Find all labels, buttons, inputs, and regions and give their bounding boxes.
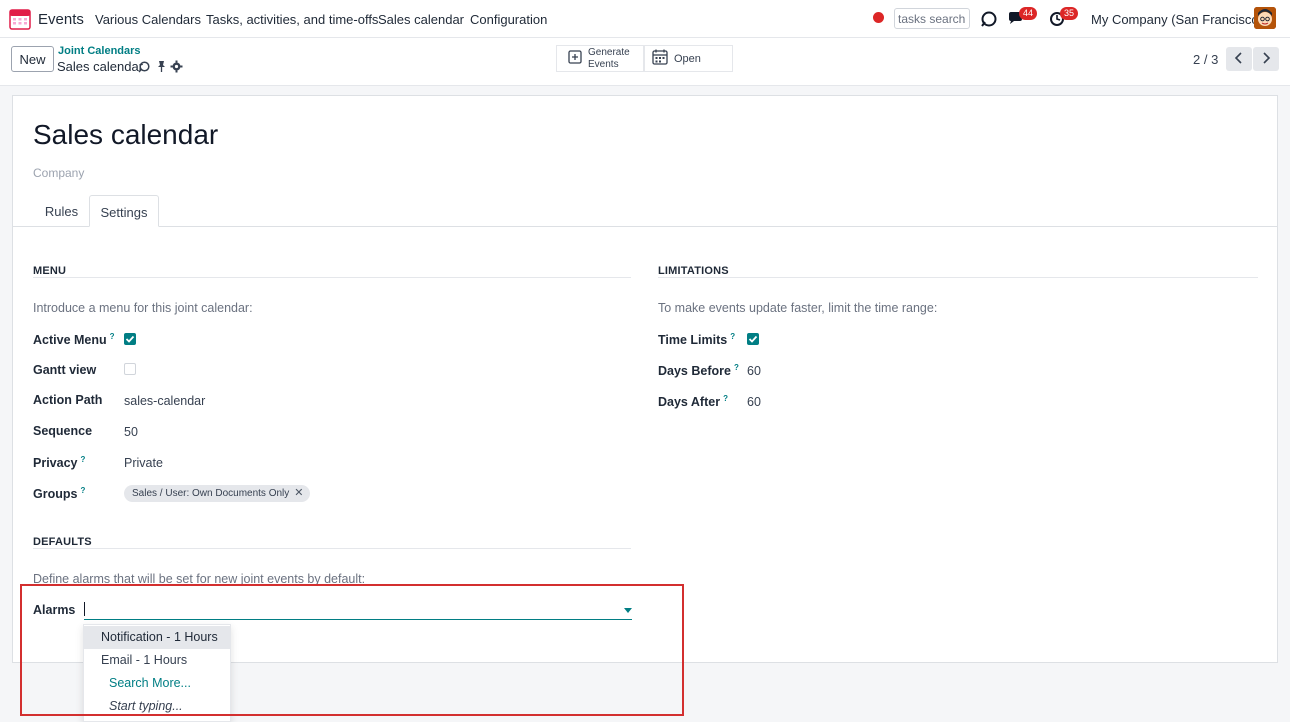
groups-tag[interactable]: Sales / User: Own Documents Only ✕: [124, 485, 310, 502]
control-panel: New Joint Calendars Sales calendar Gener…: [0, 38, 1290, 86]
menu-tasks-activities[interactable]: Tasks, activities, and time-offs: [206, 12, 378, 27]
active-menu-checkbox[interactable]: [124, 333, 136, 345]
dropdown-search-more[interactable]: Search More...: [84, 672, 230, 695]
menu-configuration[interactable]: Configuration: [470, 12, 547, 27]
menu-various-calendars[interactable]: Various Calendars: [95, 12, 201, 27]
pager-previous-button[interactable]: [1226, 47, 1252, 71]
privacy-label: Privacy?: [33, 455, 86, 471]
notebook-tabs: Rules Settings: [13, 195, 1277, 227]
sequence-field[interactable]: 50: [124, 425, 138, 439]
limitations-section-divider: [658, 277, 1258, 278]
gantt-view-label: Gantt view: [33, 363, 97, 377]
text-caret: [84, 602, 85, 616]
breadcrumb-parent[interactable]: Joint Calendars: [58, 45, 141, 57]
open-label: Open: [674, 52, 701, 65]
days-after-field[interactable]: 60: [747, 395, 761, 409]
defaults-section-hint: Define alarms that will be set for new j…: [33, 572, 366, 586]
limitations-section-hint: To make events update faster, limit the …: [658, 301, 938, 315]
open-button[interactable]: Open: [644, 45, 733, 72]
new-button[interactable]: New: [11, 46, 54, 72]
dropdown-start-typing: Start typing...: [109, 699, 183, 713]
calendar-icon: [652, 49, 668, 68]
record-title[interactable]: Sales calendar: [33, 119, 218, 151]
time-limits-label: Time Limits?: [658, 332, 736, 348]
privacy-field[interactable]: Private: [124, 456, 163, 470]
company-field[interactable]: Company: [33, 166, 84, 180]
user-avatar[interactable]: [1254, 7, 1276, 29]
tasks-search-input[interactable]: [894, 8, 970, 29]
chevron-right-icon: [1261, 51, 1271, 67]
chevron-left-icon: [1234, 51, 1244, 67]
help-icon: ?: [733, 363, 739, 372]
plus-square-icon: [568, 50, 582, 67]
pager-next-button[interactable]: [1253, 47, 1279, 71]
menu-sales-calendar[interactable]: Sales calendar: [378, 12, 464, 27]
days-before-field[interactable]: 60: [747, 364, 761, 378]
activity-count-badge: 35: [1060, 7, 1078, 20]
groups-label: Groups?: [33, 486, 86, 502]
gantt-view-checkbox[interactable]: [124, 363, 136, 375]
menu-section-hint: Introduce a menu for this joint calendar…: [33, 301, 253, 315]
app-name[interactable]: Events: [38, 11, 84, 28]
voip-phone-icon[interactable]: [979, 9, 999, 29]
alarms-input[interactable]: [84, 599, 632, 620]
active-menu-label: Active Menu?: [33, 332, 115, 348]
dropdown-option-notification[interactable]: Notification - 1 Hours: [84, 626, 230, 649]
help-icon: ?: [730, 332, 736, 341]
generate-events-label: Generate Events: [588, 46, 630, 70]
dropdown-caret-icon[interactable]: [624, 608, 632, 613]
help-icon: ?: [80, 486, 86, 495]
generate-events-button[interactable]: Generate Events: [556, 45, 644, 72]
defaults-section-divider: [33, 548, 631, 549]
days-before-label: Days Before?: [658, 363, 739, 379]
dropdown-option-email[interactable]: Email - 1 Hours: [84, 649, 230, 672]
pin-icon[interactable]: [155, 60, 168, 73]
menu-section-title: MENU: [33, 265, 67, 277]
alarms-dropdown: Notification - 1 Hours Email - 1 Hours S…: [83, 624, 231, 722]
breadcrumb-current: Sales calendar: [57, 59, 143, 74]
sequence-label: Sequence: [33, 424, 93, 438]
remove-tag-icon[interactable]: ✕: [294, 487, 303, 499]
help-icon: ?: [80, 455, 86, 464]
form-sheet: Sales calendar Company Rules Settings ME…: [12, 95, 1278, 663]
limitations-section-title: LIMITATIONS: [658, 265, 729, 277]
action-path-field[interactable]: sales-calendar: [124, 394, 205, 408]
pager-value[interactable]: 2 / 3: [1193, 52, 1218, 67]
alarms-label: Alarms: [33, 603, 76, 617]
chat-count-badge: 44: [1019, 7, 1037, 20]
recording-indicator[interactable]: [873, 12, 884, 23]
calendar-app-icon[interactable]: [9, 8, 31, 30]
company-switcher[interactable]: My Company (San Francisco): [1091, 12, 1263, 27]
action-path-label: Action Path: [33, 393, 103, 407]
menu-section-divider: [33, 277, 631, 278]
defaults-section-title: DEFAULTS: [33, 536, 92, 548]
discard-changes-icon[interactable]: [138, 60, 151, 73]
days-after-label: Days After?: [658, 394, 728, 410]
tab-settings[interactable]: Settings: [89, 195, 159, 227]
gear-icon[interactable]: [170, 60, 183, 73]
time-limits-checkbox[interactable]: [747, 333, 759, 345]
top-navbar: Events Various Calendars Tasks, activiti…: [0, 0, 1290, 38]
help-icon: ?: [109, 332, 115, 341]
help-icon: ?: [723, 394, 728, 403]
tab-rules[interactable]: Rules: [35, 195, 88, 227]
